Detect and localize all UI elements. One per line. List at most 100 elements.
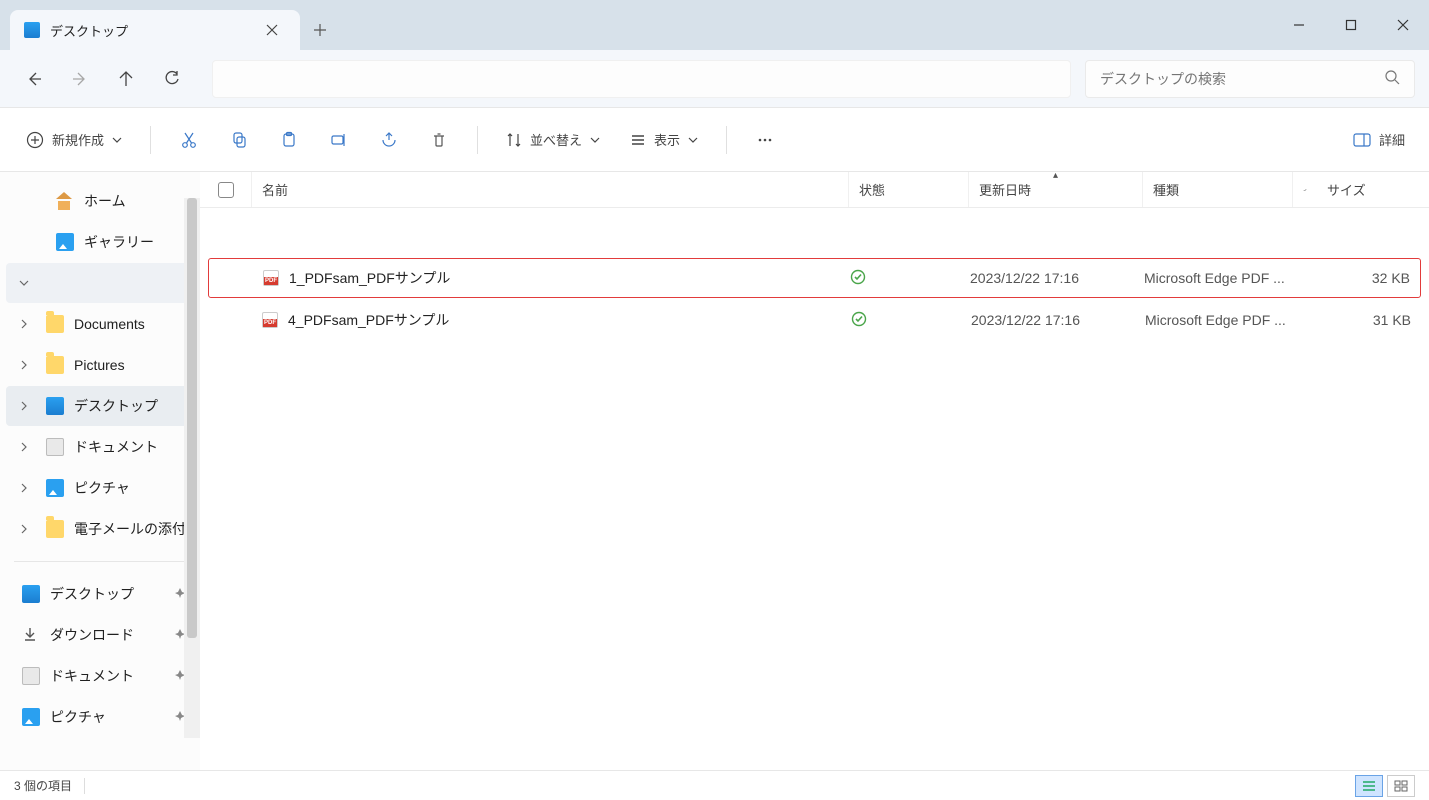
up-button[interactable] xyxy=(106,59,146,99)
sidebar-item-label: ホーム xyxy=(84,191,126,211)
share-icon xyxy=(380,131,398,149)
view-button[interactable]: 表示 xyxy=(618,120,710,160)
sidebar-pinned-documents[interactable]: ドキュメント xyxy=(6,656,194,696)
file-name: 4_PDFsam_PDFサンプル xyxy=(288,310,449,330)
back-button[interactable] xyxy=(14,59,54,99)
item-count: 3 個の項目 xyxy=(14,777,72,794)
copy-button[interactable] xyxy=(217,120,261,160)
checkbox-icon xyxy=(218,182,234,198)
column-size[interactable]: サイズ xyxy=(1317,172,1429,207)
delete-button[interactable] xyxy=(417,120,461,160)
chevron-right-icon xyxy=(12,524,36,534)
new-tab-button[interactable] xyxy=(300,10,340,50)
desktop-icon xyxy=(24,22,40,38)
close-icon xyxy=(1397,19,1409,31)
chevron-down-icon xyxy=(12,278,36,288)
search-icon xyxy=(1384,69,1400,88)
desktop-icon xyxy=(46,397,64,415)
sort-button[interactable]: 並べ替え xyxy=(494,120,612,160)
minimize-icon xyxy=(1293,19,1305,31)
new-button[interactable]: 新規作成 xyxy=(14,120,134,160)
sidebar-item-label: デスクトップ xyxy=(74,396,158,416)
column-label: 状態 xyxy=(859,180,885,199)
tab-desktop[interactable]: デスクトップ xyxy=(10,10,300,50)
column-checkmark[interactable] xyxy=(1293,172,1317,207)
refresh-button[interactable] xyxy=(152,59,192,99)
details-label: 詳細 xyxy=(1379,130,1405,149)
chevron-right-icon xyxy=(12,360,36,370)
sidebar-pinned-desktop[interactable]: デスクトップ xyxy=(6,574,194,614)
table-row[interactable]: 1_PDFsam_PDFサンプル 2023/12/22 17:16 Micros… xyxy=(208,258,1421,298)
separator xyxy=(14,561,186,562)
share-button[interactable] xyxy=(367,120,411,160)
table-row[interactable] xyxy=(208,216,1421,256)
download-icon xyxy=(22,626,40,644)
new-label: 新規作成 xyxy=(52,130,104,149)
column-state[interactable]: 状態 xyxy=(849,172,969,207)
table-row[interactable]: 4_PDFsam_PDFサンプル 2023/12/22 17:16 Micros… xyxy=(208,300,1421,340)
scrollbar-thumb[interactable] xyxy=(187,198,197,638)
sidebar-item-documents[interactable]: Documents xyxy=(6,304,194,344)
sidebar-item-desktop[interactable]: デスクトップ xyxy=(6,386,194,426)
details-pane-button[interactable]: 詳細 xyxy=(1343,120,1415,160)
cut-icon xyxy=(180,131,198,149)
trash-icon xyxy=(430,131,448,149)
sidebar-item-documents-jp[interactable]: ドキュメント xyxy=(6,427,194,467)
sidebar-item-label: ピクチャ xyxy=(74,478,130,498)
status-bar: 3 個の項目 xyxy=(0,770,1429,800)
sync-ok-icon xyxy=(850,269,866,288)
titlebar: デスクトップ xyxy=(0,0,1429,50)
arrow-up-icon xyxy=(117,70,135,88)
sidebar-scrollbar[interactable] xyxy=(184,198,200,738)
rename-button[interactable] xyxy=(317,120,361,160)
separator xyxy=(477,126,478,154)
search-input[interactable] xyxy=(1100,71,1384,87)
sort-label: 並べ替え xyxy=(530,130,582,149)
forward-button[interactable] xyxy=(60,59,100,99)
address-bar[interactable] xyxy=(212,60,1071,98)
separator xyxy=(150,126,151,154)
sidebar-item-home[interactable]: ホーム xyxy=(6,181,194,221)
picture-icon xyxy=(22,708,40,726)
ellipsis-icon xyxy=(756,131,774,149)
view-details-toggle[interactable] xyxy=(1355,775,1383,797)
paste-button[interactable] xyxy=(267,120,311,160)
column-checkbox[interactable] xyxy=(200,172,252,207)
view-label: 表示 xyxy=(654,130,680,149)
more-button[interactable] xyxy=(743,120,787,160)
column-name[interactable]: 名前 xyxy=(252,172,849,207)
sidebar-item-pictures[interactable]: Pictures xyxy=(6,345,194,385)
file-kind: Microsoft Edge PDF ... xyxy=(1145,312,1285,328)
sidebar-item-blank[interactable] xyxy=(6,263,194,303)
cut-button[interactable] xyxy=(167,120,211,160)
close-icon xyxy=(266,24,278,36)
document-icon xyxy=(46,438,64,456)
file-size: 32 KB xyxy=(1372,270,1410,286)
sidebar-item-label: ピクチャ xyxy=(50,707,106,727)
close-tab-button[interactable] xyxy=(258,16,286,44)
search-box[interactable] xyxy=(1085,60,1415,98)
sidebar-item-label: ドキュメント xyxy=(50,666,134,686)
view-icons-toggle[interactable] xyxy=(1387,775,1415,797)
check-icon xyxy=(1303,184,1307,196)
refresh-icon xyxy=(163,70,181,88)
file-date: 2023/12/22 17:16 xyxy=(970,270,1079,286)
maximize-button[interactable] xyxy=(1325,0,1377,50)
sync-ok-icon xyxy=(851,311,867,330)
toolbar: 新規作成 並べ替え 表示 xyxy=(0,108,1429,172)
sidebar-item-pictures-jp[interactable]: ピクチャ xyxy=(6,468,194,508)
tab-label: デスクトップ xyxy=(50,21,258,40)
sidebar-item-email-attach[interactable]: 電子メールの添付 xyxy=(6,509,194,549)
sidebar-pinned-pictures[interactable]: ピクチャ xyxy=(6,697,194,737)
close-window-button[interactable] xyxy=(1377,0,1429,50)
sidebar-item-gallery[interactable]: ギャラリー xyxy=(6,222,194,262)
column-date[interactable]: ▴ 更新日時 xyxy=(969,172,1143,207)
file-size: 31 KB xyxy=(1373,312,1411,328)
sidebar-pinned-downloads[interactable]: ダウンロード xyxy=(6,615,194,655)
chevron-right-icon xyxy=(12,442,36,452)
desktop-icon xyxy=(22,585,40,603)
minimize-button[interactable] xyxy=(1273,0,1325,50)
home-icon xyxy=(56,192,74,210)
file-rows: 1_PDFsam_PDFサンプル 2023/12/22 17:16 Micros… xyxy=(200,208,1429,770)
column-kind[interactable]: 種類 xyxy=(1143,172,1293,207)
